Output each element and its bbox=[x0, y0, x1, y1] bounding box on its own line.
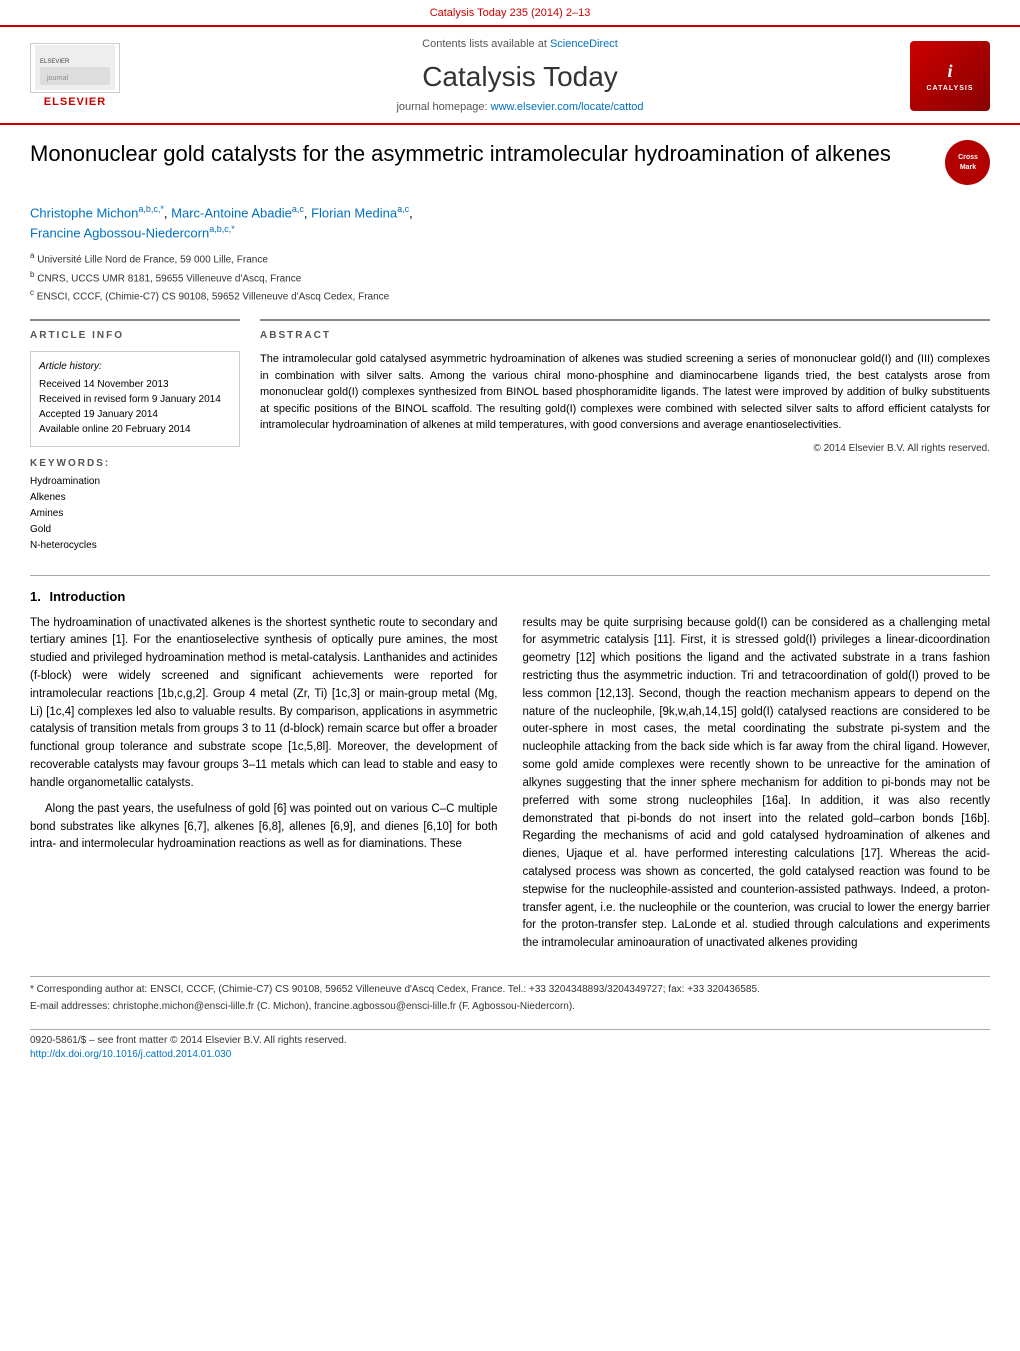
author-michon: Christophe Michon bbox=[30, 206, 138, 221]
elsevier-logo-image: ELSEVIER journal bbox=[30, 43, 120, 93]
introduction-columns: The hydroamination of unactivated alkene… bbox=[30, 615, 990, 961]
elsevier-brand-text: ELSEVIER bbox=[44, 95, 106, 110]
affiliations-section: a Université Lille Nord de France, 59 00… bbox=[30, 250, 990, 304]
doi-link[interactable]: http://dx.doi.org/10.1016/j.cattod.2014.… bbox=[30, 1049, 231, 1060]
author-medina: Florian Medina bbox=[311, 206, 397, 221]
homepage-line: journal homepage: www.elsevier.com/locat… bbox=[150, 100, 890, 115]
doi-link-line: http://dx.doi.org/10.1016/j.cattod.2014.… bbox=[30, 1048, 990, 1062]
svg-text:Cross: Cross bbox=[958, 154, 978, 161]
journal-header: ELSEVIER journal ELSEVIER Contents lists… bbox=[0, 27, 1020, 125]
affiliation-b: b CNRS, UCCS UMR 8181, 59655 Villeneuve … bbox=[30, 269, 990, 286]
keywords-section: Keywords: Hydroamination Alkenes Amines … bbox=[30, 457, 240, 553]
accepted-date: Accepted 19 January 2014 bbox=[39, 408, 231, 422]
footnotes-section: * Corresponding author at: ENSCI, CCCF, … bbox=[30, 976, 990, 1014]
footnote-1: * Corresponding author at: ENSCI, CCCF, … bbox=[30, 983, 990, 997]
article-info-column: ARTICLE INFO Article history: Received 1… bbox=[30, 319, 240, 555]
svg-text:journal: journal bbox=[46, 75, 68, 82]
license-text: 0920-5861/$ – see front matter © 2014 El… bbox=[30, 1034, 990, 1048]
affiliation-a: a Université Lille Nord de France, 59 00… bbox=[30, 250, 990, 267]
intro-right-para-1: results may be quite surprising because … bbox=[523, 615, 991, 953]
available-online-date: Available online 20 February 2014 bbox=[39, 423, 231, 437]
crossmark-badge[interactable]: Cross Mark bbox=[945, 140, 990, 185]
contents-available-line: Contents lists available at ScienceDirec… bbox=[150, 37, 890, 52]
author-agbossou: Francine Agbossou-Niedercorn bbox=[30, 225, 209, 240]
svg-text:Mark: Mark bbox=[959, 164, 975, 171]
abstract-header: ABSTRACT bbox=[260, 329, 990, 343]
intro-para-1: The hydroamination of unactivated alkene… bbox=[30, 615, 498, 793]
keywords-header: Keywords: bbox=[30, 457, 240, 471]
introduction-right: results may be quite surprising because … bbox=[523, 615, 991, 961]
article-title-section: Mononuclear gold catalysts for the asymm… bbox=[30, 140, 990, 193]
footnote-2: E-mail addresses: christophe.michon@ensc… bbox=[30, 1000, 990, 1014]
icatalysis-text: CATALYSIS bbox=[927, 84, 974, 94]
keyword-1: Hydroamination bbox=[30, 475, 240, 489]
icatalysis-i: i bbox=[947, 59, 952, 84]
citation-text: Catalysis Today 235 (2014) 2–13 bbox=[430, 6, 591, 21]
citation-bar: Catalysis Today 235 (2014) 2–13 bbox=[0, 0, 1020, 27]
article-info-box: Article history: Received 14 November 20… bbox=[30, 351, 240, 447]
bottom-bar: 0920-5861/$ – see front matter © 2014 El… bbox=[30, 1029, 990, 1062]
keyword-5: N-heterocycles bbox=[30, 539, 240, 553]
main-content: Mononuclear gold catalysts for the asymm… bbox=[0, 125, 1020, 1082]
copyright-line: © 2014 Elsevier B.V. All rights reserved… bbox=[260, 442, 990, 456]
authors-section: Christophe Michona,b,c,*, Marc-Antoine A… bbox=[30, 203, 990, 242]
elsevier-logo: ELSEVIER journal ELSEVIER bbox=[20, 43, 130, 110]
received-date: Received 14 November 2013 bbox=[39, 378, 231, 392]
svg-text:ELSEVIER: ELSEVIER bbox=[40, 59, 70, 65]
article-history-label: Article history: bbox=[39, 360, 231, 374]
author-abadie: Marc-Antoine Abadie bbox=[171, 206, 292, 221]
introduction-number: 1. bbox=[30, 589, 41, 604]
journal-center-header: Contents lists available at ScienceDirec… bbox=[130, 37, 910, 115]
introduction-section: 1. Introduction The hydroamination of un… bbox=[30, 575, 990, 961]
icatalysis-logo: i CATALYSIS bbox=[910, 41, 990, 111]
sciencedirect-link[interactable]: ScienceDirect bbox=[550, 38, 618, 50]
author-medina-sup: a,c bbox=[397, 204, 409, 214]
introduction-title: 1. Introduction bbox=[30, 588, 990, 606]
info-abstract-columns: ARTICLE INFO Article history: Received 1… bbox=[30, 319, 990, 555]
intro-para-2: Along the past years, the usefulness of … bbox=[30, 801, 498, 854]
journal-title: Catalysis Today bbox=[150, 57, 890, 96]
author-abadie-sup: a,c bbox=[292, 204, 304, 214]
author-michon-sup: a,b,c,* bbox=[138, 204, 164, 214]
keyword-4: Gold bbox=[30, 523, 240, 537]
introduction-left: The hydroamination of unactivated alkene… bbox=[30, 615, 498, 961]
article-title: Mononuclear gold catalysts for the asymm… bbox=[30, 140, 945, 169]
received-revised-date: Received in revised form 9 January 2014 bbox=[39, 393, 231, 407]
article-info-header: ARTICLE INFO bbox=[30, 329, 240, 343]
keyword-3: Amines bbox=[30, 507, 240, 521]
homepage-link[interactable]: www.elsevier.com/locate/cattod bbox=[491, 101, 644, 113]
abstract-text: The intramolecular gold catalysed asymme… bbox=[260, 351, 990, 434]
affiliation-c: c ENSCI, CCCF, (Chimie-C7) CS 90108, 596… bbox=[30, 287, 990, 304]
abstract-column: ABSTRACT The intramolecular gold catalys… bbox=[260, 319, 990, 555]
author-agbossou-sup: a,b,c,* bbox=[209, 224, 235, 234]
keyword-2: Alkenes bbox=[30, 491, 240, 505]
